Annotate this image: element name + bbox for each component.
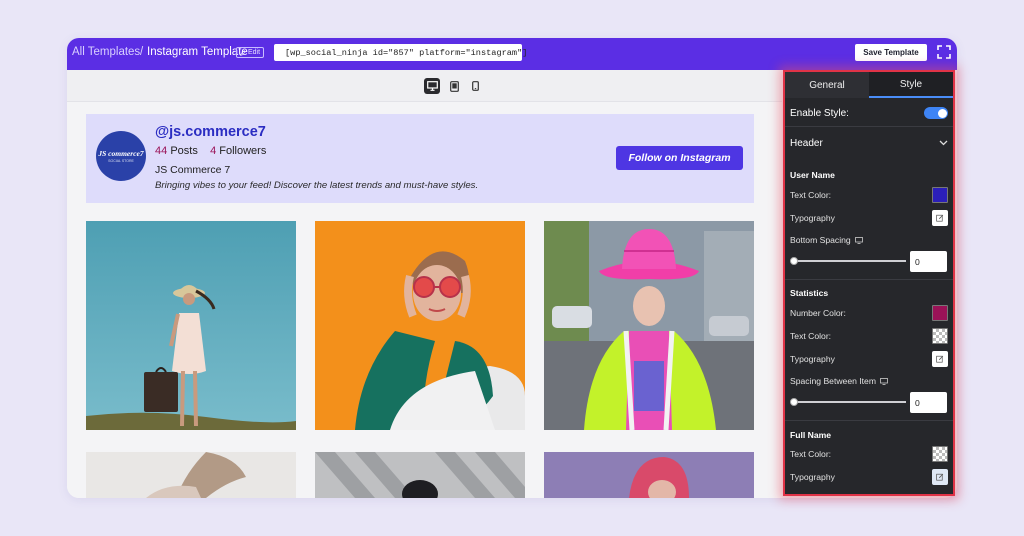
mobile-view-button[interactable] [467, 78, 483, 94]
slider-track [794, 401, 906, 403]
enable-style-toggle[interactable] [924, 107, 948, 119]
statistics-title: Statistics [790, 288, 829, 298]
posts-label: Posts [170, 145, 198, 157]
profile-username[interactable]: @js.commerce7 [155, 124, 266, 140]
pencil-icon [240, 49, 246, 56]
enable-style-row: Enable Style: [790, 106, 948, 120]
user-name-typography-row: Typography [790, 209, 948, 227]
feed-post-image[interactable] [315, 221, 525, 430]
number-color-row: Number Color: [790, 304, 948, 322]
posts-count: 44 [155, 145, 168, 157]
number-color-label: Number Color: [790, 308, 846, 318]
bottom-spacing-row: Bottom Spacing [790, 234, 948, 246]
tablet-view-button[interactable] [446, 78, 462, 94]
spacing-between-item-slider[interactable] [790, 397, 906, 407]
spacing-between-item-row: Spacing Between Item [790, 375, 948, 387]
avatar[interactable]: JS commerce7 SOCIAL STORE [96, 131, 146, 181]
feed-post-image[interactable] [86, 452, 296, 498]
divider [785, 126, 953, 127]
feed-post-image[interactable] [315, 452, 525, 498]
top-bar: All Templates / Instagram Template Edit … [67, 38, 957, 70]
full-name-title: Full Name [790, 430, 832, 440]
profile-full-name: JS Commerce 7 [155, 164, 231, 176]
statistics-text-color-row: Text Color: [790, 327, 948, 345]
desktop-view-button[interactable] [424, 78, 440, 94]
full-name-text-color-label: Text Color: [790, 449, 832, 459]
followers-label: Followers [219, 145, 267, 157]
enable-style-label: Enable Style: [790, 107, 849, 119]
tablet-icon [449, 80, 459, 92]
user-name-text-color-row: Text Color: [790, 186, 948, 204]
feed-post-image[interactable] [544, 452, 754, 498]
avatar-logo-text: JS commerce7 [98, 149, 144, 158]
full-name-typography-button[interactable] [932, 469, 948, 485]
user-name-text-color-label: Text Color: [790, 190, 832, 200]
profile-stats: 44 Posts 4 Followers [155, 145, 266, 157]
header-label: Header [790, 137, 823, 149]
edit-icon [936, 214, 944, 222]
breadcrumb-separator: / [140, 46, 144, 58]
slider-handle[interactable] [790, 398, 798, 406]
followers-count: 4 [210, 145, 217, 157]
breadcrumb-current: Instagram Template [147, 46, 248, 58]
fullscreen-icon[interactable] [937, 45, 951, 59]
device-preview-bar [67, 70, 782, 102]
edit-label: Edit [248, 49, 261, 56]
user-name-typography-button[interactable] [932, 210, 948, 226]
desktop-icon [426, 81, 438, 91]
monitor-icon [854, 236, 863, 244]
spacing-between-item-input[interactable]: 0 [910, 392, 947, 413]
statistics-typography-row: Typography [790, 350, 948, 368]
feed-preview: JS commerce7 SOCIAL STORE @js.commerce7 … [67, 102, 782, 498]
bottom-spacing-input[interactable]: 0 [910, 251, 947, 272]
statistics-text-color-label: Text Color: [790, 331, 832, 341]
profile-bio: Bringing vibes to your feed! Discover th… [155, 180, 479, 191]
user-name-text-color-swatch[interactable] [932, 187, 948, 203]
divider [785, 420, 953, 421]
chevron-down-icon [939, 140, 948, 146]
statistics-typography-label: Typography [790, 354, 835, 364]
full-name-typography-row: Typography [790, 468, 948, 486]
slider-handle[interactable] [790, 257, 798, 265]
feed-post-image[interactable] [86, 221, 296, 430]
breadcrumb-all-templates[interactable]: All Templates [72, 46, 140, 58]
statistics-text-color-swatch[interactable] [932, 328, 948, 344]
bottom-spacing-slider[interactable] [790, 256, 906, 266]
user-name-typography-label: Typography [790, 213, 835, 223]
style-settings-panel: General Style Enable Style: Header User … [783, 70, 955, 496]
spacing-between-item-label: Spacing Between Item [790, 376, 876, 386]
tab-general[interactable]: General [785, 72, 869, 98]
user-name-title: User Name [790, 170, 835, 180]
full-name-typography-label: Typography [790, 472, 835, 482]
full-name-text-color-row: Text Color: [790, 445, 948, 463]
save-template-button[interactable]: Save Template [855, 44, 927, 61]
statistics-typography-button[interactable] [932, 351, 948, 367]
header-section-toggle[interactable]: Header [790, 136, 948, 150]
edit-title-button[interactable]: Edit [236, 47, 265, 58]
profile-header: JS commerce7 SOCIAL STORE @js.commerce7 … [86, 114, 754, 203]
monitor-icon [880, 377, 888, 385]
edit-icon [936, 473, 944, 481]
slider-track [794, 260, 906, 262]
shortcode-field[interactable]: [wp_social_ninja id="857" platform="inst… [274, 44, 527, 61]
tab-style[interactable]: Style [869, 72, 953, 98]
follow-on-instagram-button[interactable]: Follow on Instagram [616, 146, 743, 170]
feed-post-image[interactable] [544, 221, 754, 430]
mobile-icon [471, 81, 479, 91]
panel-tabs: General Style [785, 72, 953, 98]
shortcode-text: [wp_social_ninja id="857" platform="inst… [285, 47, 528, 58]
edit-icon [936, 355, 944, 363]
bottom-spacing-label: Bottom Spacing [790, 235, 851, 245]
full-name-text-color-swatch[interactable] [932, 446, 948, 462]
divider [785, 279, 953, 280]
avatar-logo-subtext: SOCIAL STORE [108, 159, 134, 163]
number-color-swatch[interactable] [932, 305, 948, 321]
